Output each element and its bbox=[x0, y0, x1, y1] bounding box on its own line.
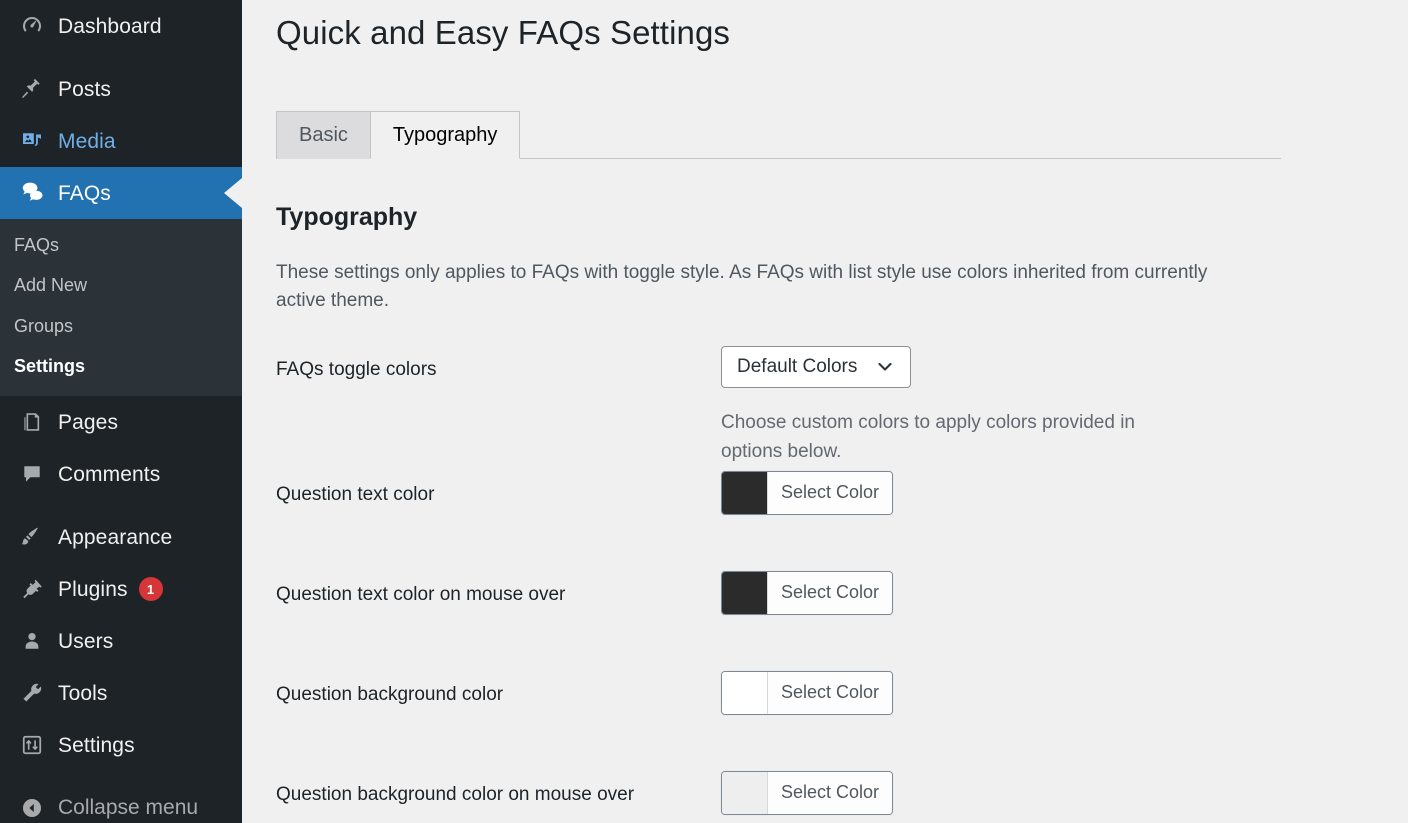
sidebar-item-label: Posts bbox=[58, 77, 112, 101]
field-label: Question text color bbox=[276, 483, 435, 505]
sidebar-item-label: Users bbox=[58, 629, 114, 653]
sidebar-item-label: Pages bbox=[58, 410, 119, 434]
question-background-color-hover-picker[interactable]: Select Color bbox=[721, 770, 894, 815]
sidebar-divider bbox=[0, 500, 242, 511]
submenu-item-groups[interactable]: Groups bbox=[0, 306, 242, 346]
tab-basic[interactable]: Basic bbox=[276, 110, 371, 159]
sidebar-item-settings[interactable]: Settings bbox=[0, 719, 242, 771]
form-row-question-text-color-hover: Question text color on mouse over Select… bbox=[276, 567, 1276, 667]
settings-form-table: FAQs toggle colors Default Colors Choose… bbox=[276, 342, 1276, 823]
field-control: Select Color bbox=[721, 767, 1276, 819]
user-icon bbox=[14, 630, 50, 652]
color-swatch bbox=[722, 771, 768, 814]
section-title: Typography bbox=[276, 202, 418, 231]
form-row-question-text-color: Question text color Select Color bbox=[276, 467, 1276, 567]
field-control: Select Color bbox=[721, 667, 1276, 719]
question-background-color-picker[interactable]: Select Color bbox=[721, 670, 894, 715]
chevron-down-icon bbox=[875, 357, 895, 377]
sidebar-item-label: Dashboard bbox=[58, 14, 162, 38]
collapse-menu-button[interactable]: Collapse menu bbox=[0, 782, 242, 823]
field-control: Select Color bbox=[721, 467, 1276, 519]
form-row-faqs-toggle-colors: FAQs toggle colors Default Colors Choose… bbox=[276, 342, 1276, 467]
settings-icon bbox=[14, 734, 50, 756]
sidebar-item-plugins[interactable]: Plugins 1 bbox=[0, 563, 242, 615]
dashboard-icon bbox=[14, 14, 50, 38]
form-row-question-background-color-hover: Question background color on mouse over … bbox=[276, 767, 1276, 823]
field-description: Choose custom colors to apply colors pro… bbox=[721, 411, 1135, 463]
field-label: Question background color bbox=[276, 683, 504, 705]
color-swatch bbox=[722, 571, 768, 614]
color-swatch bbox=[722, 671, 768, 714]
sidebar-item-pages[interactable]: Pages bbox=[0, 396, 242, 448]
sidebar-item-appearance[interactable]: Appearance bbox=[0, 511, 242, 563]
sidebar-item-label: Media bbox=[58, 129, 116, 153]
sidebar-item-label: Comments bbox=[58, 462, 161, 486]
field-label: FAQs toggle colors bbox=[276, 358, 437, 380]
sidebar-item-media[interactable]: Media bbox=[0, 115, 242, 167]
sidebar-item-dashboard[interactable]: Dashboard bbox=[0, 0, 242, 52]
faqs-toggle-colors-select[interactable]: Default Colors bbox=[721, 345, 911, 388]
section-description: These settings only applies to FAQs with… bbox=[276, 261, 1208, 312]
faqs-submenu: FAQs Add New Groups Settings bbox=[0, 219, 242, 397]
plugins-update-badge: 1 bbox=[138, 577, 163, 602]
sidebar-item-tools[interactable]: Tools bbox=[0, 667, 242, 719]
form-row-question-background-color: Question background color Select Color bbox=[276, 667, 1276, 767]
sidebar-item-label: Plugins bbox=[58, 577, 128, 601]
question-text-color-picker[interactable]: Select Color bbox=[721, 470, 894, 515]
collapse-menu-label: Collapse menu bbox=[58, 796, 199, 820]
admin-screen: Dashboard Posts Media FAQs FAQs Add New … bbox=[0, 0, 1408, 823]
tab-typography[interactable]: Typography bbox=[369, 110, 521, 159]
pin-icon bbox=[14, 77, 50, 101]
submenu-item-settings[interactable]: Settings bbox=[0, 346, 242, 386]
main-content: Quick and Easy FAQs Settings Basic Typog… bbox=[242, 0, 1408, 823]
sidebar-item-label: Appearance bbox=[58, 525, 173, 549]
sidebar-divider bbox=[0, 771, 242, 782]
settings-tabs: Basic Typography bbox=[276, 110, 1281, 159]
admin-sidebar: Dashboard Posts Media FAQs FAQs Add New … bbox=[0, 0, 242, 823]
sidebar-item-label: Tools bbox=[58, 681, 108, 705]
sidebar-item-posts[interactable]: Posts bbox=[0, 63, 242, 115]
select-color-label: Select Color bbox=[768, 671, 893, 714]
pages-icon bbox=[14, 411, 50, 433]
select-color-label: Select Color bbox=[768, 771, 893, 814]
sidebar-item-comments[interactable]: Comments bbox=[0, 448, 242, 500]
sidebar-divider bbox=[0, 52, 242, 63]
page-title: Quick and Easy FAQs Settings bbox=[276, 14, 731, 51]
field-control: Default Colors Choose custom colors to a… bbox=[721, 342, 1276, 467]
select-value: Default Colors bbox=[737, 355, 858, 377]
color-swatch bbox=[722, 471, 768, 514]
field-label: Question background color on mouse over bbox=[276, 783, 635, 805]
brush-icon bbox=[14, 525, 50, 549]
plug-icon bbox=[14, 577, 50, 601]
sidebar-item-label: FAQs bbox=[58, 181, 111, 205]
collapse-arrow-icon bbox=[14, 797, 50, 819]
question-text-color-hover-picker[interactable]: Select Color bbox=[721, 570, 894, 615]
field-control: Select Color bbox=[721, 567, 1276, 619]
media-icon bbox=[14, 129, 50, 153]
sidebar-item-label: Settings bbox=[58, 733, 135, 757]
faqs-icon bbox=[14, 180, 50, 206]
submenu-item-add-new[interactable]: Add New bbox=[0, 265, 242, 305]
sidebar-item-faqs[interactable]: FAQs bbox=[0, 167, 242, 219]
select-color-label: Select Color bbox=[768, 571, 893, 614]
comments-icon bbox=[14, 463, 50, 485]
field-label: Question text color on mouse over bbox=[276, 583, 566, 605]
wrench-icon bbox=[14, 681, 50, 705]
select-color-label: Select Color bbox=[768, 471, 893, 514]
submenu-item-faqs[interactable]: FAQs bbox=[0, 225, 242, 265]
sidebar-item-users[interactable]: Users bbox=[0, 615, 242, 667]
